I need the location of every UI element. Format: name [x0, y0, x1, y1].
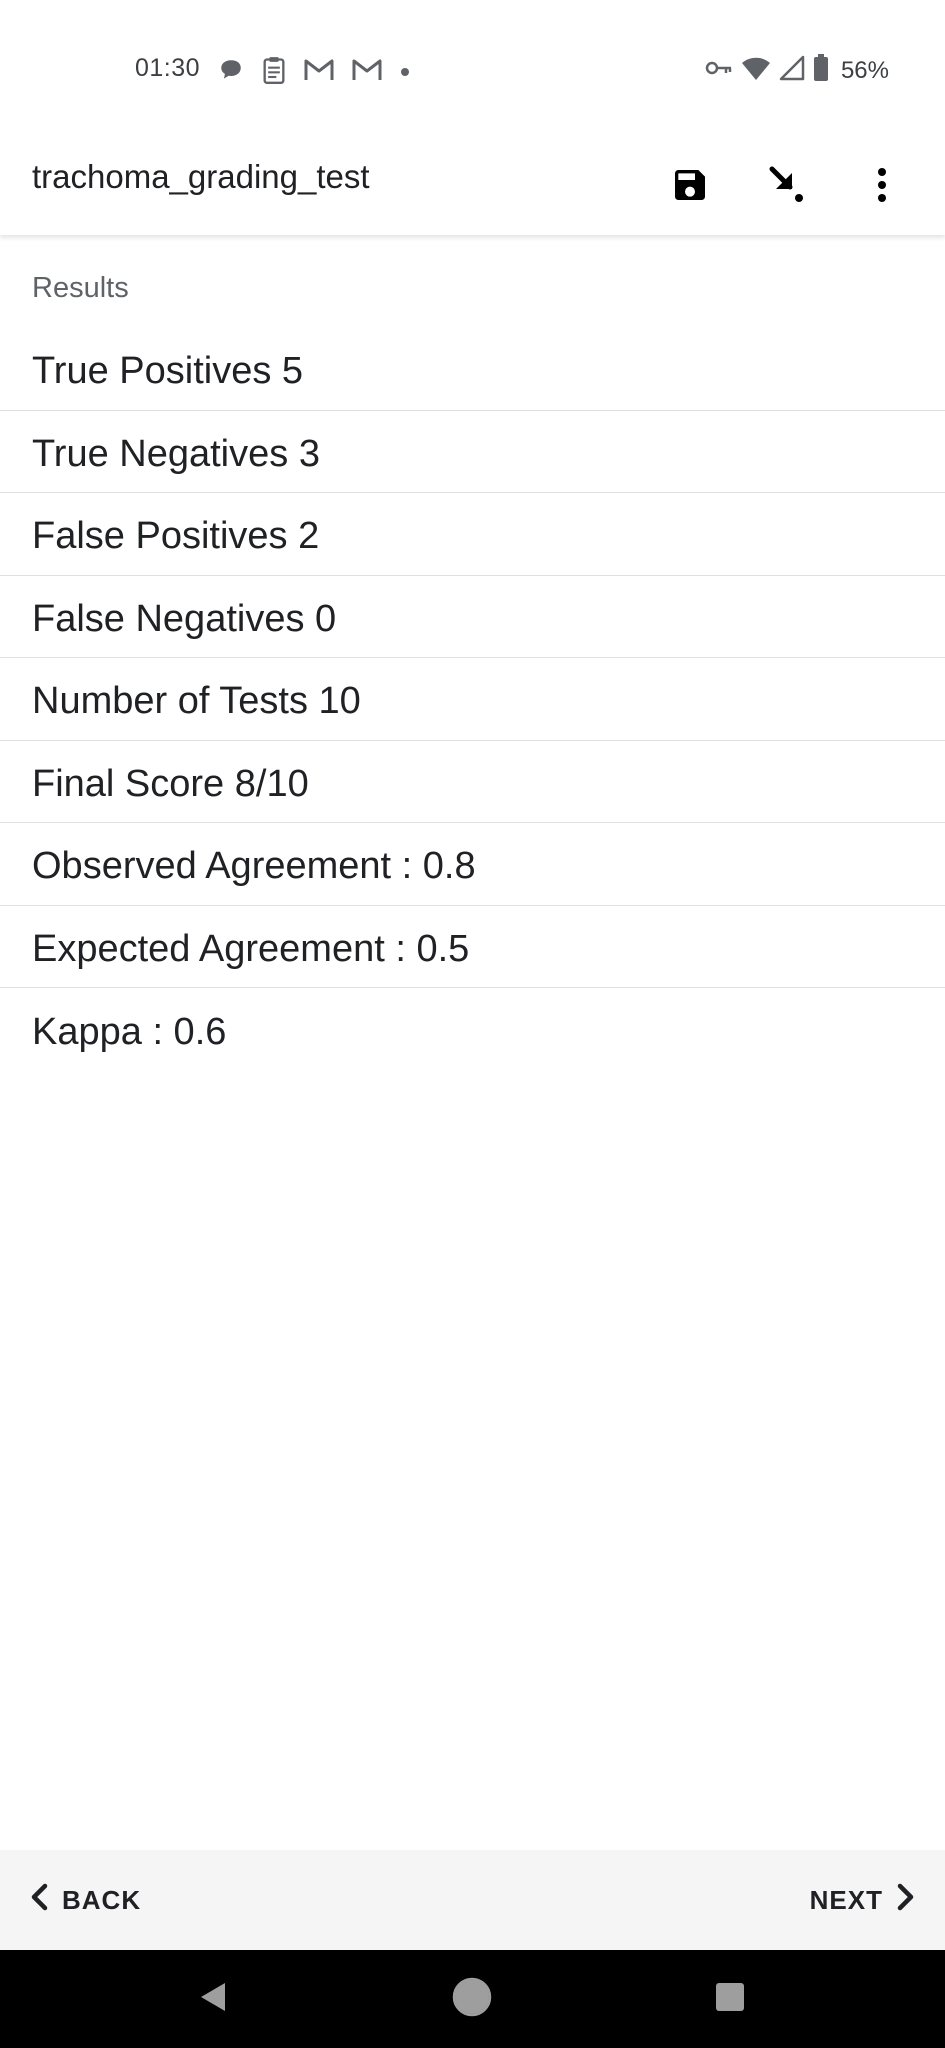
system-home-button[interactable] [452, 1977, 492, 2022]
section-label: Results [32, 272, 129, 304]
next-button[interactable]: NEXT [810, 1850, 915, 1950]
clipboard-icon [262, 56, 286, 89]
result-false-negatives: False Negatives 0 [0, 576, 945, 658]
app-bar-actions [627, 154, 915, 220]
status-system-icons: 56% [705, 54, 889, 87]
status-bar: 01:30 56% [0, 0, 945, 140]
gmail-icon [304, 58, 334, 87]
result-true-negatives: True Negatives 3 [0, 411, 945, 493]
status-notification-icons [218, 56, 410, 89]
next-label: NEXT [809, 1884, 883, 1915]
chevron-left-icon [30, 1883, 62, 1918]
results-list: True Positives 5 True Negatives 3 False … [0, 328, 945, 1071]
status-time: 01:30 [135, 54, 201, 82]
battery-icon [813, 54, 829, 87]
jump-button[interactable] [753, 154, 819, 220]
wifi-icon [741, 55, 771, 86]
cell-signal-icon [779, 55, 805, 86]
page-title: trachoma_grading_test [32, 158, 370, 195]
square-recents-icon [714, 1981, 746, 2018]
more-vert-icon [876, 167, 888, 208]
triangle-back-icon [195, 1979, 231, 2020]
dot-icon [400, 64, 410, 82]
result-false-positives: False Positives 2 [0, 493, 945, 576]
app-bar: trachoma_grading_test [0, 140, 945, 235]
battery-percentage: 56% [840, 56, 889, 84]
save-button[interactable] [657, 154, 723, 220]
gmail-icon [352, 58, 382, 87]
system-back-button[interactable] [193, 1979, 233, 2019]
bottom-nav: BACK NEXT [0, 1850, 945, 1950]
result-observed-agreement: Observed Agreement : 0.8 [0, 823, 945, 906]
result-number-of-tests: Number of Tests 10 [0, 658, 945, 741]
system-recents-button[interactable] [710, 1979, 750, 2019]
back-button[interactable]: BACK [30, 1850, 141, 1950]
chat-bubble-icon [218, 57, 244, 88]
more-options-button[interactable] [849, 154, 915, 220]
system-nav-bar [0, 1950, 945, 2048]
result-expected-agreement: Expected Agreement : 0.5 [0, 906, 945, 988]
back-label: BACK [62, 1884, 142, 1915]
vpn-key-icon [705, 58, 733, 83]
screen: 01:30 56% trachoma_grading_test Results … [0, 0, 945, 2048]
result-kappa: Kappa : 0.6 [32, 1010, 227, 1053]
result-final-score: Final Score 8/10 [0, 741, 945, 823]
circle-home-icon [452, 1977, 492, 2022]
chevron-right-icon [883, 1883, 915, 1918]
jump-arrow-icon [766, 165, 806, 210]
save-icon [670, 165, 710, 210]
result-true-positives: True Positives 5 [0, 328, 945, 411]
